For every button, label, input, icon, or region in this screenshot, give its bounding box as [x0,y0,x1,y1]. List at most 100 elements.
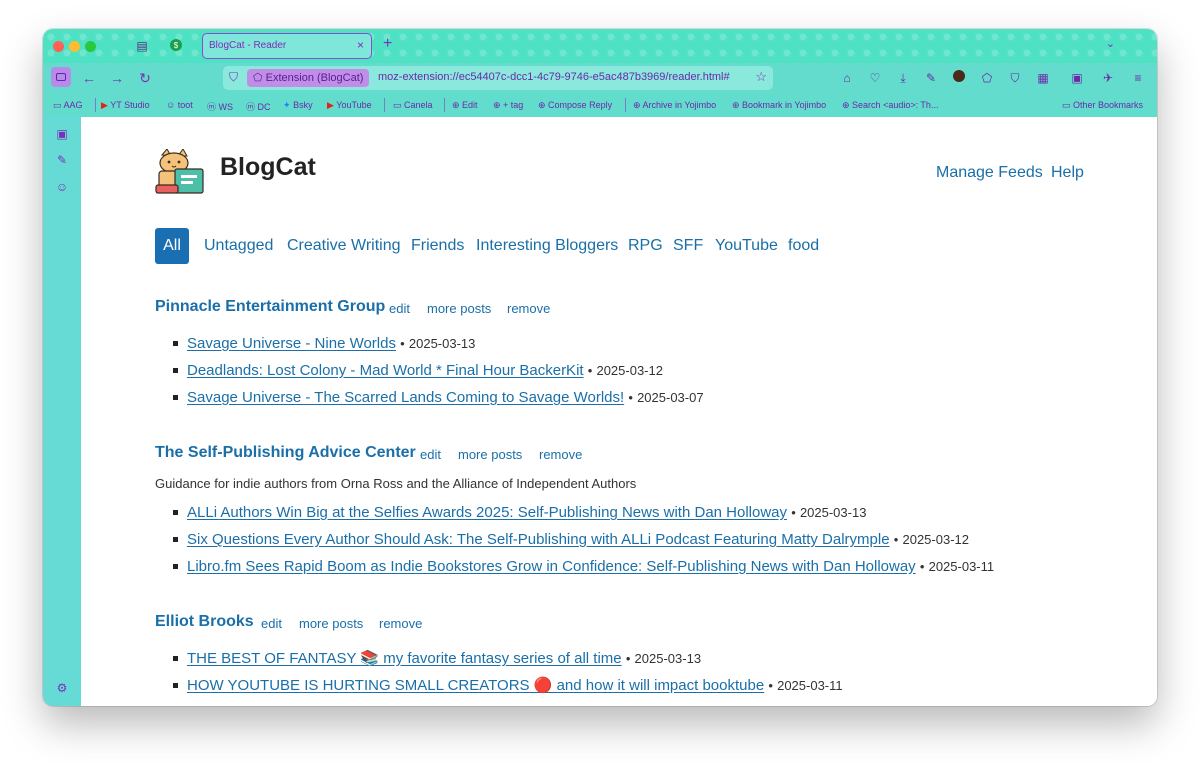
puzzle-extension-icon[interactable]: ✈ [1100,70,1116,86]
cat-sidebar-icon[interactable]: ☺ [55,180,69,194]
grid-extension-icon[interactable]: ▦ [1035,70,1051,86]
bookmark-edit[interactable]: ⊕ Edit [452,100,478,111]
bookmark-label: Search <audio>: Th... [852,100,939,110]
post-link[interactable]: HOW YOUTUBE IS HURTING SMALL CREATORS 🔴 … [187,677,764,694]
list-item: Libro.fm Sees Rapid Boom as Indie Bookst… [173,558,994,575]
post-link[interactable]: Libro.fm Sees Rapid Boom as Indie Bookst… [187,558,916,575]
extension-icon[interactable]: ⬠ [979,70,995,86]
feed-remove-link[interactable]: remove [507,301,550,316]
bullet [173,655,178,661]
filter-interesting-bloggers[interactable]: Interesting Bloggers [476,237,618,255]
home-icon[interactable]: ⌂ [839,70,855,86]
pocket-icon[interactable]: ♡ [867,70,883,86]
filter-friends[interactable]: Friends [411,237,464,255]
new-tab-button[interactable]: + [383,35,392,53]
filter-all[interactable]: All [155,228,189,264]
feed-remove-link[interactable]: remove [539,447,582,462]
bookmark-star-icon[interactable]: ☆ [755,69,767,85]
bookmark-ws[interactable]: ⓜ WS [207,100,233,113]
bookmark-youtube[interactable]: ▶ YouTube [327,100,372,111]
shield-icon[interactable]: ⛉ [229,70,238,85]
filter-food[interactable]: food [788,237,819,255]
manage-feeds-link[interactable]: Manage Feeds [936,164,1043,182]
sidebar-toggle-button[interactable] [51,67,71,87]
filter-rpg[interactable]: RPG [628,237,663,255]
shield-extension-icon[interactable]: ⛉ [1007,70,1023,86]
tab-active[interactable]: BlogCat - Reader × [202,33,372,59]
bookmark-bsky[interactable]: ✦ Bsky [283,100,313,111]
bookmark-label: + tag [503,100,524,110]
bookmark-folder-canela[interactable]: ▭ Canela [393,100,433,111]
bookmark-archive-yojimbo[interactable]: ⊕ Archive in Yojimbo [633,100,716,111]
list-tabs-chevron-icon[interactable]: ⌄ [1106,37,1115,50]
extension-label: Extension (BlogCat) [265,72,364,84]
sidebar-settings-gear-icon[interactable]: ⚙ [55,681,69,695]
tab-overview-icon[interactable]: ▤ [134,38,150,54]
post-separator: • [625,651,631,666]
list-item: HOW YOUTUBE IS HURTING SMALL CREATORS 🔴 … [173,676,843,694]
help-link[interactable]: Help [1051,164,1084,182]
post-date: 2025-03-12 [902,532,969,547]
pinned-tab-icon[interactable]: $ [168,38,184,54]
filter-youtube[interactable]: YouTube [715,237,778,255]
post-link[interactable]: Deadlands: Lost Colony - Mad World * Fin… [187,362,584,379]
bookmark-tag[interactable]: ⊕ + tag [493,100,523,111]
tab-close-icon[interactable]: × [357,38,364,52]
screenshot-extension-icon[interactable]: ▣ [1069,70,1085,86]
feed-more-posts-link[interactable]: more posts [427,301,491,316]
blogcat-sidebar-icon[interactable]: ▣ [55,127,69,141]
list-item: Deadlands: Lost Colony - Mad World * Fin… [173,362,663,379]
feed-edit-link[interactable]: edit [389,301,410,316]
bookmark-label: DC [257,102,271,112]
url-text[interactable]: moz-extension://ec54407c-dcc1-4c79-9746-… [378,71,738,83]
bullet [173,509,178,515]
feed-edit-link[interactable]: edit [261,616,282,631]
close-window-button[interactable] [53,41,64,52]
post-link[interactable]: Six Questions Every Author Should Ask: T… [187,531,890,548]
filter-creative-writing[interactable]: Creative Writing [287,237,401,255]
feed-more-posts-link[interactable]: more posts [458,447,522,462]
bookmark-label: Archive in Yojimbo [642,100,717,110]
bookmark-compose-reply[interactable]: ⊕ Compose Reply [538,100,612,111]
filter-sff[interactable]: SFF [673,237,703,255]
extension-identity-pill[interactable]: ⬠ Extension (BlogCat) [247,69,370,87]
feed-title[interactable]: Elliot Brooks [155,613,254,631]
bullet [173,394,178,400]
feed-title[interactable]: The Self-Publishing Advice Center [155,444,416,462]
wrench-icon[interactable]: ✎ [923,70,939,86]
reload-icon[interactable]: ↻ [136,69,154,87]
back-arrow-icon[interactable]: ← [80,69,98,87]
bookmark-toot[interactable]: ☺ toot [166,100,193,110]
bookmark-bookmark-yojimbo[interactable]: ⊕ Bookmark in Yojimbo [732,100,826,111]
post-date: 2025-03-11 [928,559,995,574]
notes-sidebar-icon[interactable]: ✎ [55,153,69,167]
bookmark-label: WS [218,102,234,112]
bookmark-label: Bookmark in Yojimbo [742,100,827,110]
post-link[interactable]: Savage Universe - Nine Worlds [187,335,396,352]
bullet [173,563,178,569]
downloads-icon[interactable]: ⤓ [895,70,911,86]
bookmark-dc[interactable]: ⓜ DC [246,100,271,113]
bookmark-yt-studio[interactable]: ▶ YT Studio [101,100,150,111]
post-link[interactable]: THE BEST OF FANTASY 📚 my favorite fantas… [187,650,622,667]
filter-untagged[interactable]: Untagged [204,237,273,255]
feed-more-posts-link[interactable]: more posts [299,616,363,631]
zoom-window-button[interactable] [85,41,96,52]
menu-icon[interactable]: ≡ [1130,70,1146,86]
post-link[interactable]: ALLi Authors Win Big at the Selfies Awar… [187,504,787,521]
bookmark-label: Bsky [293,100,313,110]
feed-remove-link[interactable]: remove [379,616,422,631]
bookmark-other-bookmarks[interactable]: ▭ Other Bookmarks [1062,100,1143,111]
list-item: ALLi Authors Win Big at the Selfies Awar… [173,504,866,521]
bookmark-search-audio[interactable]: ⊕ Search <audio>: Th... [842,100,938,111]
post-date: 2025-03-12 [596,363,663,378]
forward-arrow-icon[interactable]: → [108,69,126,87]
post-separator: • [919,559,925,574]
bookmark-folder-aag[interactable]: ▭ AAG [53,100,83,111]
post-link[interactable]: Savage Universe - The Scarred Lands Comi… [187,389,624,406]
feed-title[interactable]: Pinnacle Entertainment Group [155,298,385,316]
minimize-window-button[interactable] [69,41,80,52]
url-bar[interactable]: ⛉ ⬠ Extension (BlogCat) moz-extension://… [223,66,773,90]
avatar-icon[interactable] [951,70,967,86]
feed-edit-link[interactable]: edit [420,447,441,462]
